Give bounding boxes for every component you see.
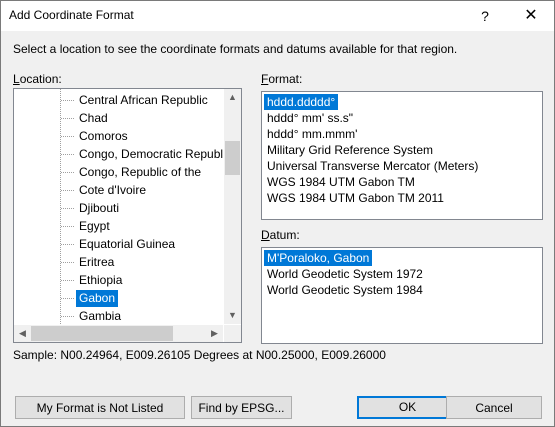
location-tree-item[interactable]: Chad xyxy=(76,110,111,127)
location-vertical-scrollbar[interactable]: ▲ ▼ xyxy=(224,89,241,324)
location-tree-item[interactable]: Central African Republic xyxy=(76,92,211,109)
location-tree-item[interactable]: Comoros xyxy=(76,128,131,145)
location-tree-viewport: Central African Republic Chad Comoros Congo… xyxy=(14,89,223,324)
close-icon: ✕ xyxy=(524,7,538,24)
format-label: Format: xyxy=(261,72,303,86)
format-list-item[interactable]: hddd° mm' ss.s" xyxy=(264,110,356,126)
datum-list-item[interactable]: M'Poraloko, Gabon xyxy=(264,250,373,266)
format-listbox[interactable]: hddd.ddddd° hddd° mm' ss.s" hddd° mm.mmm' M… xyxy=(261,91,543,220)
scroll-left-arrow-icon[interactable]: ◀ xyxy=(14,325,31,342)
scroll-up-arrow-icon[interactable]: ▲ xyxy=(224,89,241,106)
location-tree-item[interactable]: Egypt xyxy=(76,218,113,235)
tree-connector-lines xyxy=(60,89,75,324)
horizontal-scroll-thumb[interactable] xyxy=(31,326,173,341)
scroll-right-arrow-icon[interactable]: ▶ xyxy=(206,325,223,342)
location-tree-item[interactable]: Gambia xyxy=(76,308,124,324)
format-list-item[interactable]: WGS 1984 UTM Gabon TM 2011 xyxy=(264,190,447,206)
location-tree[interactable]: Central African Republic Chad Comoros Congo… xyxy=(13,88,242,343)
location-horizontal-scrollbar[interactable]: ◀ ▶ xyxy=(14,325,223,342)
format-list-item[interactable]: Universal Transverse Mercator (Meters) xyxy=(264,158,481,174)
help-icon: ? xyxy=(481,8,489,24)
close-button[interactable]: ✕ xyxy=(508,1,554,31)
datum-list-item[interactable]: World Geodetic System 1984 xyxy=(264,282,426,298)
location-tree-item[interactable]: Equatorial Guinea xyxy=(76,236,178,253)
location-tree-item[interactable]: Congo, Democratic Republi xyxy=(76,146,223,163)
location-tree-item[interactable]: Eritrea xyxy=(76,254,117,271)
vertical-scroll-thumb[interactable] xyxy=(225,141,240,175)
help-button[interactable]: ? xyxy=(462,1,508,31)
datum-listbox[interactable]: M'Poraloko, Gabon World Geodetic System 1… xyxy=(261,247,543,344)
format-not-listed-button[interactable]: My Format is Not Listed xyxy=(15,396,185,419)
find-by-epsg-button[interactable]: Find by EPSG... xyxy=(191,396,292,419)
format-list-item[interactable]: WGS 1984 UTM Gabon TM xyxy=(264,174,418,190)
title-bar: Add Coordinate Format ? ✕ xyxy=(1,1,554,31)
location-tree-item[interactable]: Djibouti xyxy=(76,200,122,217)
window-title: Add Coordinate Format xyxy=(9,8,134,22)
datum-label: Datum: xyxy=(261,228,300,242)
datum-list-item[interactable]: World Geodetic System 1972 xyxy=(264,266,426,282)
location-label: Location: xyxy=(13,72,62,86)
location-tree-item[interactable]: Congo, Republic of the xyxy=(76,164,204,181)
format-list-item[interactable]: hddd.ddddd° xyxy=(264,94,339,110)
ok-button[interactable]: OK xyxy=(357,396,458,419)
scrollbar-corner xyxy=(224,325,241,342)
cancel-button[interactable]: Cancel xyxy=(446,396,542,419)
instruction-text: Select a location to see the coordinate … xyxy=(13,42,458,56)
scroll-down-arrow-icon[interactable]: ▼ xyxy=(224,307,241,324)
sample-text: Sample: N00.24964, E009.26105 Degrees at… xyxy=(13,348,386,362)
location-tree-item[interactable]: Gabon xyxy=(76,290,119,307)
format-list-item[interactable]: hddd° mm.mmm' xyxy=(264,126,360,142)
location-tree-item[interactable]: Cote d'Ivoire xyxy=(76,182,149,199)
add-coordinate-format-dialog: Add Coordinate Format ? ✕ Select a locat… xyxy=(0,0,555,427)
location-tree-item[interactable]: Ethiopia xyxy=(76,272,125,289)
format-list-item[interactable]: Military Grid Reference System xyxy=(264,142,436,158)
